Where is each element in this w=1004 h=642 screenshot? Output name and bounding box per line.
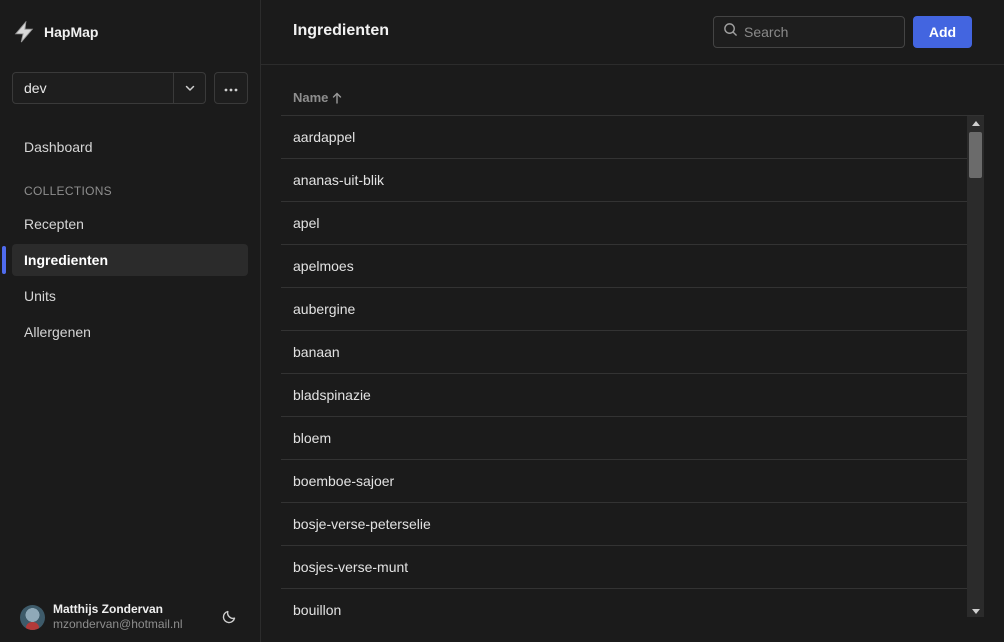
- user-text: Matthijs Zondervan mzondervan@hotmail.nl: [53, 602, 183, 632]
- list-item[interactable]: banaan: [281, 331, 967, 374]
- sidebar-item-ingredienten[interactable]: Ingredienten: [12, 244, 248, 276]
- list-rows: aardappel ananas-uit-blik apel apelmoes …: [281, 116, 967, 617]
- column-header-label: Name: [293, 90, 329, 105]
- user-email: mzondervan@hotmail.nl: [53, 617, 183, 631]
- user-profile[interactable]: Matthijs Zondervan mzondervan@hotmail.nl: [20, 602, 183, 632]
- environment-select[interactable]: dev: [12, 72, 206, 104]
- search-box[interactable]: [713, 16, 905, 48]
- list-item[interactable]: bosje-verse-peterselie: [281, 503, 967, 546]
- page-title: Ingredienten: [293, 22, 390, 39]
- environment-value: dev: [24, 80, 47, 96]
- active-indicator: [2, 246, 6, 274]
- column-header-name[interactable]: Name: [293, 90, 342, 105]
- sidebar-item-units[interactable]: Units: [12, 280, 248, 312]
- ingredients-list: aardappel ananas-uit-blik apel apelmoes …: [281, 115, 984, 617]
- list-item[interactable]: ananas-uit-blik: [281, 159, 967, 202]
- arrow-up-icon: [332, 92, 342, 104]
- list-item[interactable]: bloem: [281, 417, 967, 460]
- user-name: Matthijs Zondervan: [53, 602, 164, 616]
- list-item[interactable]: bouillon: [281, 589, 967, 617]
- more-horizontal-icon: [224, 79, 238, 97]
- search-icon: [723, 22, 738, 42]
- list-item[interactable]: bosjes-verse-munt: [281, 546, 967, 589]
- list-item[interactable]: boemboe-sajoer: [281, 460, 967, 503]
- scrollbar-thumb[interactable]: [969, 132, 982, 178]
- app-name: HapMap: [44, 24, 99, 40]
- avatar: [20, 604, 45, 630]
- add-button[interactable]: Add: [913, 16, 972, 48]
- brand[interactable]: HapMap: [12, 18, 98, 46]
- scroll-down-arrow-icon[interactable]: [967, 604, 984, 617]
- list-item[interactable]: aardappel: [281, 116, 967, 159]
- chevron-down-icon[interactable]: [173, 73, 205, 103]
- search-input[interactable]: [744, 24, 894, 40]
- collections-label: COLLECTIONS: [24, 184, 112, 198]
- bolt-logo-icon: [12, 20, 36, 44]
- list-item[interactable]: apelmoes: [281, 245, 967, 288]
- environment-row: dev: [12, 72, 248, 104]
- scroll-up-arrow-icon[interactable]: [967, 116, 984, 130]
- more-options-button[interactable]: [214, 72, 248, 104]
- moon-icon: [222, 608, 238, 629]
- list-item[interactable]: bladspinazie: [281, 374, 967, 417]
- sidebar-item-allergenen[interactable]: Allergenen: [12, 316, 248, 348]
- sidebar-item-recepten[interactable]: Recepten: [12, 208, 248, 240]
- nav-dashboard[interactable]: Dashboard: [12, 131, 248, 163]
- sidebar: HapMap dev Dashboard COLLECTIONS Recepte…: [0, 0, 261, 642]
- vertical-scrollbar[interactable]: [967, 116, 984, 617]
- theme-toggle-button[interactable]: [220, 608, 240, 628]
- list-item[interactable]: aubergine: [281, 288, 967, 331]
- page-header: Ingredienten Add: [261, 0, 1004, 65]
- list-item[interactable]: apel: [281, 202, 967, 245]
